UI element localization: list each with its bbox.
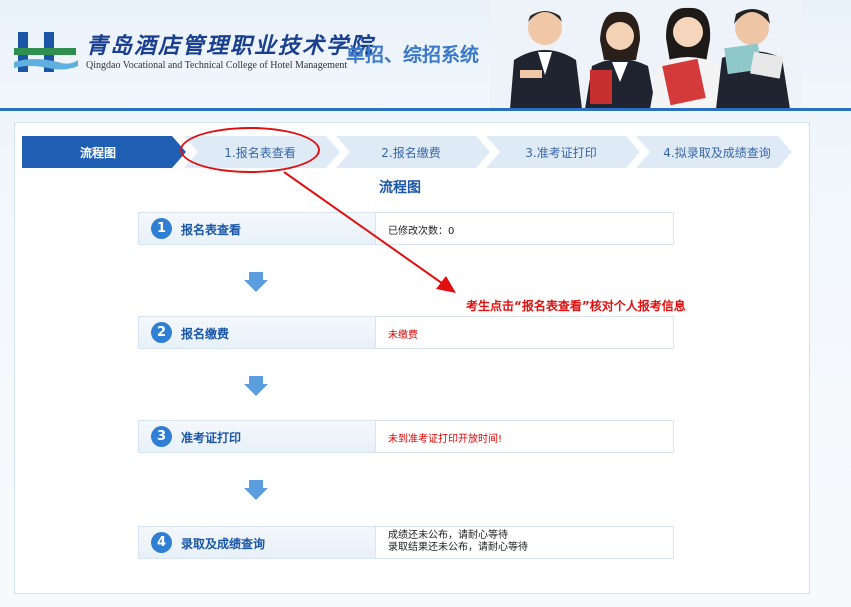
tab-label: 流程图 [79,145,116,160]
tab-admission-ticket-print[interactable]: 3.准考证打印 [476,136,640,168]
college-name-en: Qingdao Vocational and Technical College… [86,60,348,71]
step-status-cell: 未缴费 [375,317,673,348]
college-logo [14,32,78,72]
tab-label: 4.拟录取及成绩查询 [663,145,771,160]
step-label: 录取及成绩查询 [181,537,266,551]
annotation-text: 考生点击“报名表查看”核对个人报考信息 [466,299,686,313]
step-number-badge: 3 [151,426,172,447]
tab-flowchart[interactable]: 流程图 [22,136,186,168]
step-number-badge: 1 [151,218,172,239]
step-status-cell: 未到准考证打印开放时间! [375,421,673,452]
college-name-cn: 青岛酒店管理职业技术学院 [86,33,375,59]
step-label: 报名缴费 [181,327,230,341]
step-registration-payment[interactable]: 2 报名缴费 未缴费 [138,316,674,349]
tab-admission-score-query[interactable]: 4.拟录取及成绩查询 [626,136,792,168]
tab-label: 3.准考证打印 [525,145,597,160]
system-title: 单招、综招系统 [346,44,480,66]
tab-registration-payment[interactable]: 2.报名缴费 [326,136,490,168]
down-arrow-icon [244,376,268,396]
down-arrow-icon [244,272,268,292]
flow-title: 流程图 [379,180,421,196]
tab-label: 2.报名缴费 [381,145,441,160]
tab-label: 1.报名表查看 [224,145,296,160]
header-divider [0,108,851,111]
step-number-badge: 2 [151,322,172,343]
step-status-cell: 已修改次数：0 [375,213,673,244]
admission-status-text: 录取结果还未公布，请耐心等待 [388,542,528,553]
step-status: 成绩还未公布，请耐心等待 录取结果还未公布，请耐心等待 [388,530,528,554]
down-arrow-icon [244,480,268,500]
step-tabs: 流程图 1.报名表查看 2.报名缴费 3.准考证打印 4.拟录取及成绩查询 [22,136,792,168]
step-status: 未缴费 [388,330,418,341]
step-registration-view[interactable]: 1 报名表查看 已修改次数：0 [138,212,674,245]
step-status-cell: 成绩还未公布，请耐心等待 录取结果还未公布，请耐心等待 [375,527,673,558]
students-banner-image [490,0,802,109]
step-status: 已修改次数：0 [388,226,455,237]
score-status-text: 成绩还未公布，请耐心等待 [388,530,508,541]
page-header: 青岛酒店管理职业技术学院 Qingdao Vocational and Tech… [0,0,851,112]
step-number-badge: 4 [151,532,172,553]
step-admission-score-query[interactable]: 4 录取及成绩查询 成绩还未公布，请耐心等待 录取结果还未公布，请耐心等待 [138,526,674,559]
step-label: 报名表查看 [181,223,242,237]
step-status: 未到准考证打印开放时间! [388,434,503,445]
step-label: 准考证打印 [181,431,242,445]
step-admission-ticket-print[interactable]: 3 准考证打印 未到准考证打印开放时间! [138,420,674,453]
